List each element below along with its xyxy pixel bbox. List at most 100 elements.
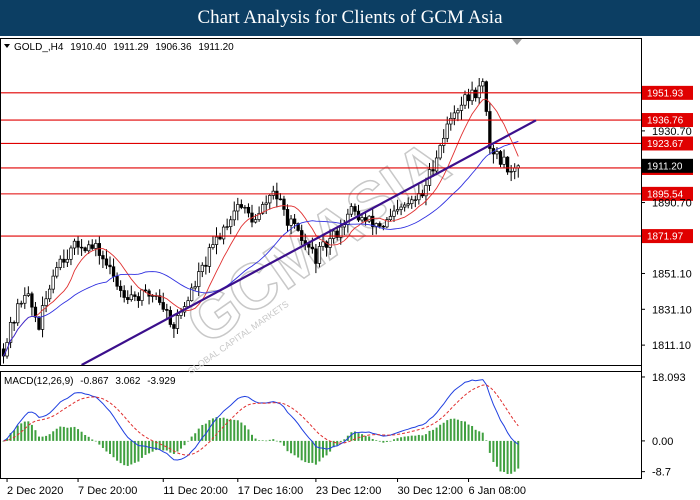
title-bar: Chart Analysis for Clients of GCM Asia (0, 0, 700, 36)
macd-tick-label: 0.00 (652, 436, 673, 448)
macd-histogram-bar (318, 440, 321, 462)
price-tick-label: 1831.10 (652, 304, 692, 316)
macd-histogram-bar (87, 436, 90, 441)
symbol-label: GOLD_,H4 (14, 42, 64, 53)
macd-histogram-bar (137, 440, 140, 462)
macd-histogram-bar (258, 440, 261, 441)
macd-histogram-bar (417, 434, 420, 441)
macd-histogram-bar (208, 420, 211, 441)
macd-histogram-bar (48, 434, 51, 441)
macd-plot-frame (0, 371, 642, 479)
macd-histogram-bar (368, 436, 371, 441)
candle (505, 156, 510, 175)
chart-canvas[interactable]: GCMASIAGLOBAL CAPITAL MARKETS 1951.93193… (0, 36, 700, 500)
macd-histogram-bar (41, 436, 44, 441)
macd-histogram-bar (229, 419, 232, 441)
macd-histogram-bar (101, 440, 104, 448)
macd-histogram-bar (187, 440, 190, 442)
macd-histogram-bar (162, 440, 165, 451)
macd-histogram-bar (126, 440, 129, 466)
macd-histogram-bar (492, 440, 495, 462)
macd-histogram-bar (290, 440, 293, 454)
macd-histogram-bar (428, 430, 431, 441)
price-tick-label: 1811.10 (652, 340, 691, 352)
level-label: 1923.67 (647, 139, 684, 150)
macd-histogram-bar (215, 417, 218, 441)
macd-histogram-bar (393, 439, 395, 441)
macd-histogram-bar (73, 426, 76, 441)
macd-histogram-bar (329, 440, 332, 452)
svg-text:MACD(12,26,9) -0.867 3: MACD(12,26,9) -0.867 3.062 -3.929 (4, 376, 176, 387)
macd-tick-label: -8.7 (652, 467, 671, 479)
macd-signal-value: -3.929 (147, 376, 176, 387)
macd-histogram-bar (52, 431, 55, 441)
macd-histogram-bar (297, 440, 300, 458)
macd-histogram-bar (112, 440, 115, 458)
macd-histogram-bar (293, 440, 296, 456)
macd-histogram-bar (130, 440, 133, 465)
macd-histogram-bar (371, 438, 374, 441)
macd-histogram-bar (109, 440, 111, 454)
macd-histogram-bar (13, 430, 16, 441)
macd-histogram-bar (304, 440, 307, 463)
macd-histogram-bar (424, 434, 427, 441)
macd-histogram-bar (66, 427, 69, 441)
candle (498, 150, 503, 168)
macd-histogram-bar (336, 440, 339, 446)
macd-histogram-bar (123, 440, 126, 466)
macd-histogram-bar (151, 440, 154, 452)
macd-histogram-bar (169, 440, 172, 453)
macd-histogram-bar (446, 420, 449, 441)
macd-histogram-bar (272, 439, 275, 441)
level-label: 1936.76 (647, 116, 684, 127)
time-tick-label: 6 Jan 08:00 (469, 485, 527, 497)
macd-histogram-bar (133, 440, 136, 463)
macd-histogram-bar (226, 418, 229, 441)
macd-histogram-bar (158, 440, 161, 450)
macd-histogram-bar (84, 435, 87, 441)
current-price-label: 1911.20 (647, 161, 683, 172)
macd-histogram-bar (474, 429, 477, 441)
price-tick-label: 1851.10 (652, 268, 692, 280)
macd-histogram-bar (286, 440, 289, 452)
macd-histogram-bar (265, 440, 268, 442)
macd-histogram-bar (485, 440, 488, 441)
macd-histogram-bar (464, 421, 466, 441)
macd-histogram-bar (55, 428, 58, 441)
macd-histogram-bar (435, 427, 438, 441)
macd-histogram-bar (62, 426, 65, 441)
macd-histogram-bar (275, 440, 278, 442)
macd-histogram-bar (471, 425, 474, 441)
macd-histogram-bar (375, 440, 378, 441)
macd-histogram-bar (77, 429, 80, 441)
macd-histogram-bar (396, 438, 399, 441)
macd-tick-label: 18.093 (652, 372, 686, 384)
macd-histogram-bar (385, 440, 388, 442)
macd-histogram-bar (481, 432, 484, 441)
macd-histogram-bar (23, 421, 26, 441)
macd-histogram-value: -0.867 (80, 376, 109, 387)
macd-histogram-bar (325, 440, 328, 456)
macd-histogram-bar (268, 439, 271, 441)
macd-histogram-bar (439, 424, 442, 441)
macd-histogram-bar (410, 435, 413, 441)
time-tick-label: 17 Dec 16:00 (238, 485, 303, 497)
macd-histogram-bar (165, 440, 168, 451)
macd-histogram-bar (449, 418, 452, 441)
macd-histogram-bar (116, 440, 119, 461)
macd-histogram-bar (382, 440, 385, 443)
macd-histogram-bar (279, 440, 282, 443)
macd-histogram-bar (16, 425, 19, 441)
macd-histogram-bar (361, 434, 364, 441)
macd-histogram-bar (197, 428, 200, 441)
macd-histogram-bar (183, 440, 186, 446)
macd-histogram-bar (364, 435, 367, 441)
price-tick-label: 1890.70 (652, 198, 692, 210)
macd-histogram-bar (400, 437, 403, 441)
macd-histogram-bar (506, 440, 509, 474)
page-title: Chart Analysis for Clients of GCM Asia (197, 7, 503, 28)
macd-histogram-bar (421, 435, 424, 441)
macd-histogram-bar (389, 440, 392, 442)
macd-histogram-bar (339, 440, 342, 442)
time-tick-label: 2 Dec 2020 (7, 485, 63, 497)
